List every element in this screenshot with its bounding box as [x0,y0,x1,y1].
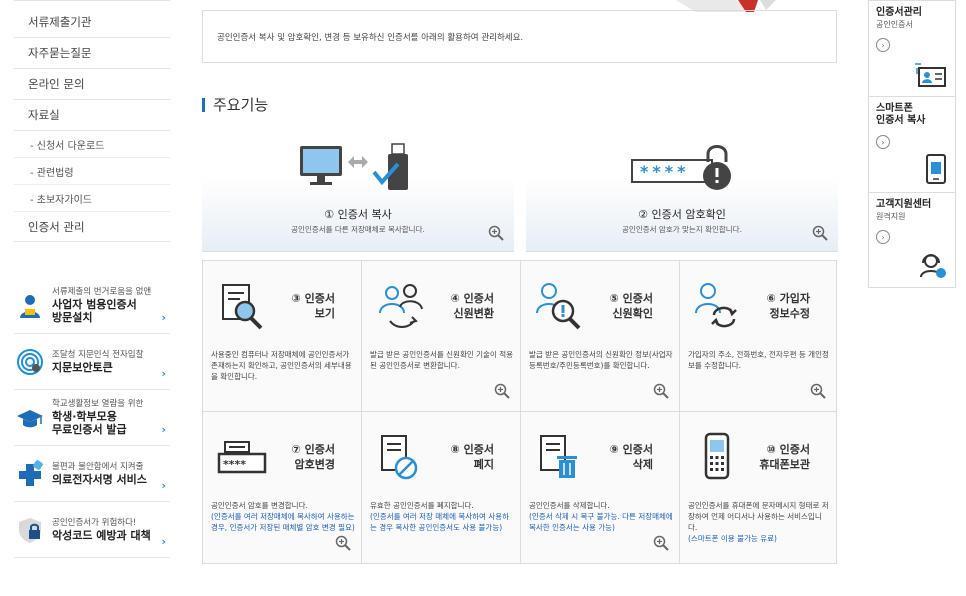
zoom-in-icon[interactable] [812,225,828,241]
title-bar-accent [202,97,205,112]
section-title: 주요기능 [202,94,268,115]
zoom-in-icon[interactable] [494,383,510,399]
document-magnify-icon [222,284,263,330]
graduation-cap-icon [17,410,43,428]
nav-item-certificate-management[interactable]: 인증서 관리 [14,212,170,242]
promo-list: 서류제출의 번거로움을 없앤 사업자 범용인증서 방문설치 › 조달청 지문인식… [14,278,170,558]
zoom-in-icon[interactable] [810,383,826,399]
smartphone-icon [926,154,946,184]
password-stars: **** [223,458,246,471]
password-lock-icon: **** [631,145,731,190]
id-card-icon [915,63,946,87]
card-identity-convert[interactable]: ④ 인증서 신원변환 발급 받은 공인인증서를 신원확인 기술이 적용된 공인인… [362,261,521,412]
quick-certificate-management[interactable]: 인증서관리 공인인증서 › [869,1,955,97]
mobile-phone-icon [704,432,730,480]
card-view-certificate[interactable]: ③ 인증서 보기 사용중인 컴퓨터나 저장매체에 공인인증서가 존재하는지 확인… [203,261,362,412]
card-phone-storage[interactable]: ⑩ 인증서 휴대폰보관 공인인증서를 휴대폰에 문자메시지 형태로 저장하여 언… [680,412,836,563]
chevron-right-icon: › [161,367,166,380]
circle-arrow-icon[interactable]: › [876,230,890,244]
nav-sub-beginner-guide[interactable]: - 초보자가이드 [14,185,170,212]
promo-medical-signature[interactable]: 불편과 불안함에서 지켜줄 의료전자서명 서비스 › [14,446,170,502]
circle-arrow-icon[interactable]: › [876,135,890,149]
medical-cross-icon [19,460,43,486]
user-sync-icon [695,283,737,328]
zoom-in-icon[interactable] [488,225,504,241]
shield-lock-icon [19,518,41,543]
quick-smartphone-copy[interactable]: 스마트폰 인증서 복사 › [869,97,955,193]
card-delete-certificate[interactable]: ⑨ 인증서 삭제 공인인증서를 삭제합니다. (인증서 삭제 시 복구 불가능.… [521,412,680,563]
zoom-in-icon[interactable] [335,535,351,551]
card-user-info-edit[interactable]: ⑥ 가입자 정보수정 가입자의 주소, 전화번호, 전자우편 등 개인정보를 수… [680,261,836,412]
user-magnify-icon [536,283,581,330]
promo-student-certificate[interactable]: 학교생활정보 열람을 위한 학생·학부모용 무료인증서 발급 › [14,390,170,446]
left-navigation: 서류제출기관 자주묻는질문 온라인 문의 자료실 - 신청서 다운로드 - 관련… [14,0,170,242]
card-identity-check[interactable]: ⑤ 인증서 신원확인 발급 받은 공인인증서의 신원확인 정보(사업자등록번호/… [521,261,680,412]
password-field-icon: **** [217,441,267,474]
card-password-change[interactable]: **** ⑦ 인증서 암호변경 공인인증서 암호를 변경합니다. (인증서를 여… [203,412,362,563]
zoom-in-icon[interactable] [653,535,669,551]
users-refresh-icon [379,284,423,328]
fingerprint-icon [17,349,43,375]
nav-sub-related-laws[interactable]: - 관련법령 [14,158,170,185]
password-stars: **** [640,162,689,181]
feature-grid: ③ 인증서 보기 사용중인 컴퓨터나 저장매체에 공인인증서가 존재하는지 확인… [202,260,837,564]
chevron-right-icon: › [161,479,166,492]
intro-box: 공인인증서 복사 및 암호확인, 변경 등 보유하신 인증서를 아래의 활용하여… [202,10,837,63]
nav-item-resources[interactable]: 자료실 [14,100,170,131]
chevron-right-icon: › [161,311,166,324]
promo-business-certificate[interactable]: 서류제출의 번거로움을 없앤 사업자 범용인증서 방문설치 › [14,278,170,334]
zoom-in-icon[interactable] [653,383,669,399]
right-quick-panel: 인증서관리 공인인증서 › 스마트폰 인증서 복사 › 고객지원센터 원격지원 … [868,0,956,288]
circle-arrow-icon[interactable]: › [876,38,890,52]
chevron-right-icon: › [161,423,166,436]
nav-item-online-inquiry[interactable]: 온라인 문의 [14,69,170,100]
document-prohibited-icon [381,435,418,480]
promo-malware-prevention[interactable]: 공인인증서가 위험하다! 악성코드 예방과 대책 › [14,502,170,558]
card-password-check[interactable]: **** ② 인증서 암호확인 공인인증서 암호가 맞는지 확인합니다. [526,128,838,252]
nav-sub-application-download[interactable]: - 신청서 다운로드 [14,131,170,158]
nav-item-faq[interactable]: 자주묻는질문 [14,38,170,69]
card-certificate-copy[interactable]: ① 인증서 복사 공인인증서를 다른 저장매체로 복사합니다. [202,128,514,252]
nav-item-submission-agency[interactable]: 서류제출기관 [14,0,170,38]
promo-fingerprint-token[interactable]: 조달청 지문인식 전자입찰 지문보안토큰 › [14,334,170,390]
chevron-right-icon: › [161,535,166,548]
quick-customer-support[interactable]: 고객지원센터 원격지원 › [869,193,955,287]
headset-support-icon [920,254,946,278]
document-trash-icon [540,435,577,478]
copy-to-usb-icon [300,143,408,190]
person-badge-icon [20,295,40,318]
card-revoke-certificate[interactable]: ⑧ 인증서 폐지 유효한 공인인증서를 폐지합니다. (인증서를 여러 저장 매… [362,412,521,563]
